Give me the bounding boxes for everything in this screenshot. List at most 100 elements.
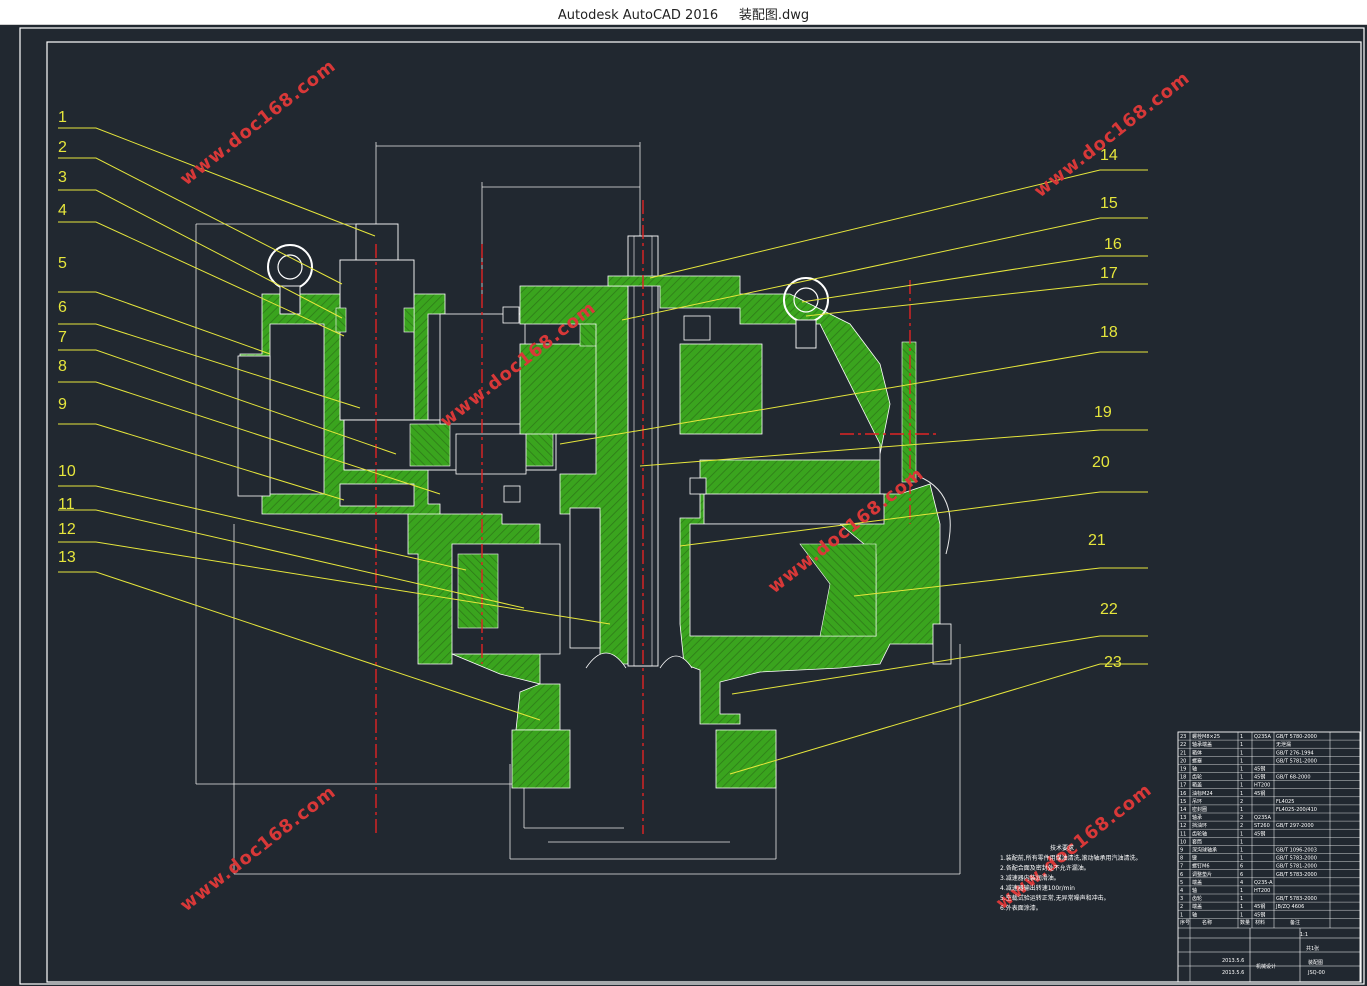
title-block-date1: 2013.5.6 (1222, 958, 1244, 964)
bom-cell-qty: 1 (1240, 856, 1243, 862)
callout-16: 16 (1104, 236, 1122, 253)
callout-22: 22 (1100, 601, 1118, 618)
bom-cell-no: 20 (1180, 758, 1186, 764)
bom-cell-name: 箱体 (1192, 749, 1202, 756)
callout-21: 21 (1088, 532, 1106, 549)
bom-cell-mat: 45钢 (1254, 830, 1265, 837)
bom-header: 序号 名称 数量 材料 备注 (1180, 919, 1300, 926)
bom-cell-std: JB/ZQ 4606 (1275, 904, 1304, 910)
bom-cell-std: GB/T 5783-2000 (1276, 872, 1317, 878)
bom-cell-no: 2 (1180, 904, 1183, 910)
callout-17: 17 (1100, 265, 1118, 282)
bom-cell-name: 端盖 (1192, 879, 1202, 886)
bom-cell-mat: Q235A (1254, 815, 1271, 821)
bom-cell-no: 18 (1180, 775, 1186, 781)
bom-cell-no: 12 (1180, 823, 1186, 829)
bom-cell-qty: 1 (1240, 888, 1243, 894)
watermark-6: www.doc168.com (992, 779, 1156, 914)
bom-cell-std: GB/T 5783-2000 (1276, 856, 1317, 862)
callout-1: 1 (58, 109, 67, 126)
watermark-1: www.doc168.com (176, 55, 340, 190)
callout-9: 9 (58, 396, 67, 413)
title-bar: Autodesk AutoCAD 2016 装配图.dwg (0, 0, 1367, 25)
title-block: 1:1 共1张 2013.5.6 2013.5.6 机械设计 装配图 JSQ-0… (1222, 932, 1325, 976)
bom-cell-qty: 1 (1240, 767, 1243, 773)
bom-cell-mat: HT200 (1254, 783, 1270, 789)
bom-cell-name: 螺钉M6 (1192, 863, 1210, 870)
bom-cell-qty: 1 (1240, 742, 1243, 748)
bom-cell-no: 5 (1180, 880, 1183, 886)
bom-cell-qty: 1 (1240, 807, 1243, 813)
bom-cell-no: 22 (1180, 742, 1186, 748)
bom-cell-name: 调整垫片 (1192, 871, 1212, 878)
bom-cell-std: GB/T 297-2000 (1276, 823, 1314, 829)
callout-7: 7 (58, 329, 67, 346)
bom-cell-qty: 2 (1240, 815, 1243, 821)
callout-18: 18 (1100, 324, 1118, 341)
bom-cell-std: GB/T 5781-2000 (1276, 758, 1317, 764)
callout-2: 2 (58, 139, 67, 156)
bom-cell-name: 端盖 (1192, 903, 1202, 910)
bom-cell-std: FL4025 (1276, 799, 1294, 805)
bom-header-name: 名称 (1202, 919, 1212, 926)
bom-cell-name: 齿轮 (1192, 895, 1202, 902)
callout-4: 4 (58, 202, 67, 219)
watermark-2: www.doc168.com (1030, 67, 1194, 202)
bom-cell-no: 19 (1180, 767, 1186, 773)
bom-cell-name: 深沟球轴承 (1192, 847, 1217, 854)
bom-cell-mat: 45钢 (1254, 903, 1265, 910)
bom-cell-name: 箱盖 (1192, 782, 1202, 789)
bom-cell-std: GB/T 68-2000 (1276, 775, 1311, 781)
bom-header-mat: 材料 (1255, 919, 1265, 926)
bom-cell-no: 3 (1180, 896, 1183, 902)
bom-cell-no: 1 (1180, 912, 1183, 918)
bom-cell-no: 7 (1180, 864, 1183, 870)
title-block-scale: 1:1 (1300, 932, 1308, 938)
callout-19: 19 (1094, 404, 1112, 421)
bom-cell-qty: 2 (1240, 823, 1243, 829)
window-title: Autodesk AutoCAD 2016 装配图.dwg (0, 4, 1367, 23)
callout-3: 3 (58, 169, 67, 186)
note-line-2: 2.各配合面及密封处不允许漏油。 (1000, 864, 1090, 872)
bom-cell-qty: 1 (1240, 734, 1243, 740)
watermark-5: www.doc168.com (176, 781, 340, 916)
bom-cell-no: 16 (1180, 791, 1186, 797)
bom-cell-std: GB/T 276-1994 (1276, 750, 1314, 756)
bom-header-qty: 数量 (1240, 919, 1250, 926)
app-title: Autodesk AutoCAD 2016 (557, 8, 719, 23)
callout-6: 6 (58, 299, 67, 316)
title-block-school: 机械设计 (1256, 963, 1276, 970)
bom-cell-name: 套筒 (1192, 838, 1202, 845)
bom-cell-no: 17 (1180, 783, 1186, 789)
bom-cell-qty: 4 (1240, 880, 1243, 886)
bom-cell-name: 吊环 (1192, 799, 1202, 805)
bom-cell-qty: 6 (1240, 872, 1243, 878)
bom-cell-qty: 1 (1240, 791, 1243, 797)
callout-23: 23 (1104, 654, 1122, 671)
bom-cell-std: GB/T 1096-2003 (1276, 848, 1317, 854)
bom-cell-mat: 45钢 (1254, 766, 1265, 773)
notes-heading: 技术要求 (1050, 844, 1074, 852)
title-block-drawing-name: 装配图 (1308, 959, 1323, 966)
drawing-canvas[interactable]: 1 2 3 4 5 6 7 8 9 10 11 12 13 14 15 16 1… (0, 24, 1367, 986)
bom-cell-name: 密封圈 (1192, 806, 1207, 813)
bom-cell-mat: ST260 (1254, 823, 1270, 829)
note-line-6: 6.外表面涂漆。 (1000, 904, 1042, 912)
outer-border (19, 27, 1365, 985)
bom-cell-name: 螺塞 (1192, 757, 1202, 764)
callout-20: 20 (1092, 454, 1110, 471)
bom-cell-mat: Q235A (1254, 734, 1271, 740)
bom-cell-qty: 1 (1240, 750, 1243, 756)
note-line-1: 1.装配前,所有零件用煤油清洗,滚动轴承用汽油清洗。 (1000, 854, 1142, 862)
note-line-4: 4.减速器输出转速100r/min (1000, 884, 1075, 892)
bom-cell-no: 10 (1180, 839, 1186, 845)
callout-10: 10 (58, 463, 76, 480)
bom-cell-qty: 1 (1240, 831, 1243, 837)
bom-cell-name: 轴 (1192, 766, 1197, 773)
bom-cell-no: 21 (1180, 750, 1186, 756)
bom-cell-name: 轴 (1192, 887, 1197, 894)
callout-5: 5 (58, 255, 67, 272)
bom-cell-qty: 2 (1240, 799, 1243, 805)
bom-rows: 23 螺栓M8×25 1 Q235A GB/T 5780-200022 轴承端盖 1 无泄漏2… (1178, 733, 1360, 919)
bom-cell-no: 11 (1180, 831, 1186, 837)
